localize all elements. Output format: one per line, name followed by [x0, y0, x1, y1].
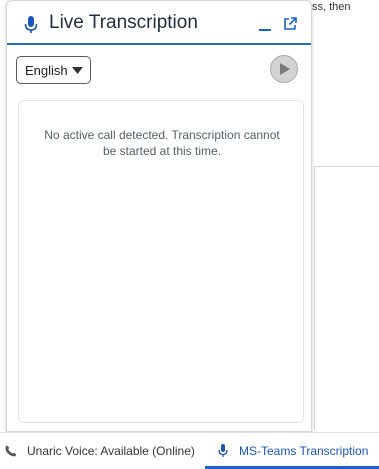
- utility-item-label: Unaric Voice: Available (Online): [27, 444, 195, 458]
- microphone-icon: [24, 16, 38, 33]
- minimize-button[interactable]: [258, 15, 274, 33]
- chevron-down-icon: [72, 67, 83, 74]
- minimize-icon: [259, 29, 271, 31]
- language-select[interactable]: English: [16, 56, 91, 84]
- status-message: No active call detected. Transcription c…: [44, 128, 280, 158]
- microphone-icon: [218, 444, 228, 457]
- background-divider: [314, 166, 379, 167]
- panel-title: Live Transcription: [49, 12, 198, 33]
- start-transcription-button[interactable]: [270, 55, 298, 83]
- popout-icon: [284, 17, 297, 30]
- utility-item-voice[interactable]: Unaric Voice: Available (Online): [0, 433, 205, 469]
- page: ss, then Live Transcription English No a…: [0, 0, 379, 469]
- live-transcription-panel: Live Transcription English No active cal…: [6, 0, 312, 432]
- background-divider: [314, 166, 315, 430]
- panel-header: Live Transcription: [7, 1, 311, 45]
- popout-button[interactable]: [283, 17, 297, 31]
- play-icon: [280, 63, 290, 75]
- utility-item-label: MS-Teams Transcription: [239, 444, 369, 458]
- utility-item-teams-transcription[interactable]: MS-Teams Transcription: [205, 433, 379, 469]
- background-text: ss, then: [312, 1, 351, 13]
- transcript-area: No active call detected. Transcription c…: [18, 100, 304, 423]
- utility-bar: Unaric Voice: Available (Online) MS-Team…: [0, 432, 379, 469]
- phone-icon: [5, 445, 17, 457]
- language-select-value: English: [25, 63, 68, 78]
